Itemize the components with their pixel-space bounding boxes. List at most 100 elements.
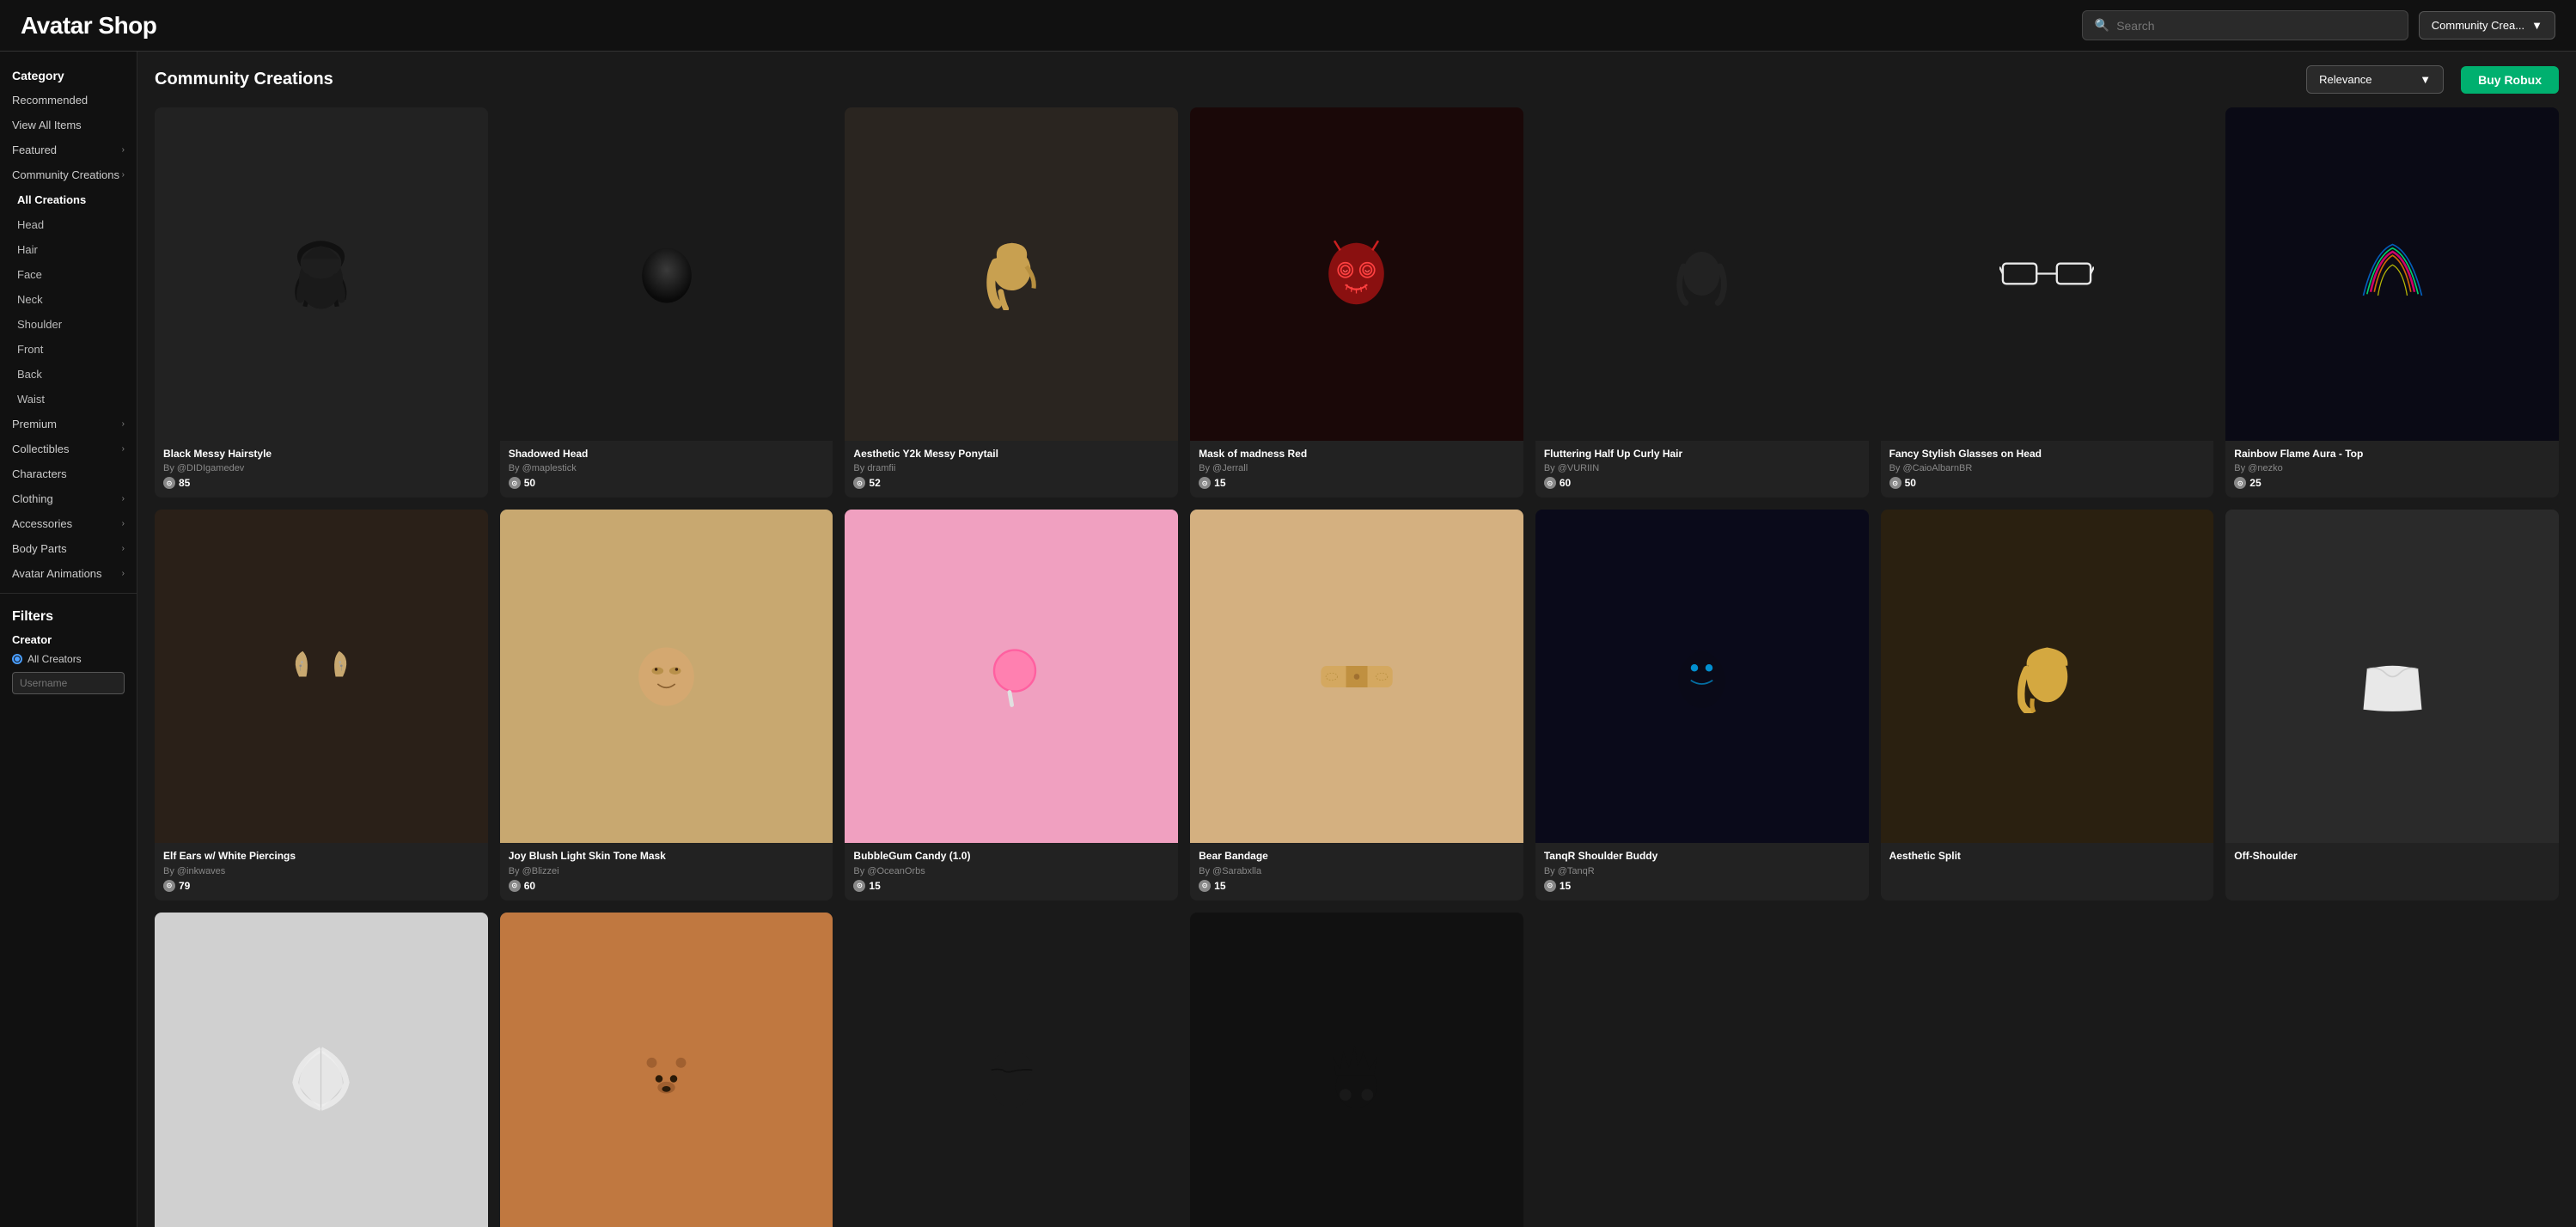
sidebar-item-back[interactable]: Back — [0, 362, 137, 387]
item-name: Mask of madness Red — [1199, 448, 1515, 461]
item-card[interactable]: Aesthetic Y2k Messy PonytailBy dramfii⊙5… — [845, 107, 1178, 498]
item-visual — [500, 913, 833, 1227]
item-card[interactable]: Elf Ears w/ White PiercingsBy @inkwaves⊙… — [155, 510, 488, 900]
robux-icon: ⊙ — [853, 477, 865, 489]
item-name: TanqR Shoulder Buddy — [1544, 850, 1860, 864]
item-card[interactable]: Cute Full Bangs — [845, 913, 1178, 1227]
item-info: Aesthetic Split — [1881, 843, 2214, 875]
search-icon: 🔍 — [2095, 18, 2109, 33]
item-image — [500, 913, 833, 1227]
sidebar-item-front[interactable]: Front — [0, 337, 137, 362]
item-card[interactable]: Black Spikey — [1190, 913, 1523, 1227]
item-card[interactable]: Fluffy Feather — [155, 913, 488, 1227]
robux-icon: ⊙ — [163, 477, 175, 489]
item-card[interactable]: Joy Blush Light Skin Tone MaskBy @Blizze… — [500, 510, 833, 900]
item-visual — [1190, 510, 1523, 843]
sidebar-item-collectibles[interactable]: Collectibles› — [0, 436, 137, 461]
item-card[interactable]: Aesthetic Split — [1881, 510, 2214, 900]
robux-icon: ⊙ — [853, 880, 865, 892]
sidebar-item-premium[interactable]: Premium› — [0, 412, 137, 436]
sidebar-item-all-creations[interactable]: All Creations — [0, 187, 137, 212]
item-name: Shadowed Head — [509, 448, 825, 461]
username-input[interactable] — [12, 672, 125, 694]
sidebar-item-waist[interactable]: Waist — [0, 387, 137, 412]
item-price: ⊙79 — [163, 880, 479, 892]
item-card[interactable]: Shadowed Head By @maplestick ⊙50 — [500, 107, 833, 498]
page-title: Avatar Shop — [21, 12, 156, 40]
sidebar-item-shoulder[interactable]: Shoulder — [0, 312, 137, 337]
item-name: Fancy Stylish Glasses on Head — [1889, 448, 2206, 461]
item-card[interactable]: Fluttering Half Up Curly HairBy @VURIIN⊙… — [1535, 107, 1869, 498]
item-card[interactable]: BubbleGum Candy (1.0)By @OceanOrbs⊙15 — [845, 510, 1178, 900]
header-actions: 🔍 Community Crea... ▼ — [2082, 10, 2555, 40]
item-name: Bear Bandage — [1199, 850, 1515, 864]
item-image — [2225, 107, 2559, 441]
item-price: ⊙52 — [853, 477, 1169, 489]
sidebar-item-view-all[interactable]: View All Items — [0, 113, 137, 137]
robux-icon: ⊙ — [2234, 477, 2246, 489]
item-card[interactable]: Mask of madness Red By @Jerrall ⊙15 — [1190, 107, 1523, 498]
item-image — [1190, 107, 1523, 441]
item-card[interactable]: Black Messy HairstyleBy @DIDIgamedev⊙85 — [155, 107, 488, 498]
sidebar-item-label: Hair — [17, 243, 38, 256]
price-value: 15 — [1560, 880, 1571, 892]
item-price: ⊙15 — [1199, 477, 1515, 489]
sidebar-item-label: Avatar Animations — [12, 567, 102, 580]
sidebar-item-featured[interactable]: Featured› — [0, 137, 137, 162]
item-card[interactable]: Cutesy Bear — [500, 913, 833, 1227]
item-creator: By @maplestick — [509, 463, 825, 473]
sidebar-item-recommended[interactable]: Recommended — [0, 88, 137, 113]
item-name: Elf Ears w/ White Piercings — [163, 850, 479, 864]
content-title: Community Creations — [155, 70, 333, 89]
community-dropdown-label: Community Crea... — [2432, 19, 2524, 32]
robux-icon: ⊙ — [509, 477, 521, 489]
sidebar: Category RecommendedView All ItemsFeatur… — [0, 52, 137, 1227]
sidebar-item-avatar-animations[interactable]: Avatar Animations› — [0, 561, 137, 586]
robux-icon: ⊙ — [1199, 880, 1211, 892]
item-card[interactable]: Off-Shoulder — [2225, 510, 2559, 900]
item-name: Fluttering Half Up Curly Hair — [1544, 448, 1860, 461]
item-visual — [1190, 913, 1523, 1227]
sidebar-item-label: Characters — [12, 467, 67, 480]
search-input[interactable] — [2116, 19, 2396, 33]
sidebar-item-neck[interactable]: Neck — [0, 287, 137, 312]
community-dropdown[interactable]: Community Crea... ▼ — [2419, 11, 2555, 40]
item-card[interactable]: TanqR Shoulder BuddyBy @TanqR⊙15 — [1535, 510, 1869, 900]
chevron-down-icon: ▼ — [2420, 73, 2431, 86]
item-card[interactable]: Bear BandageBy @Sarabxlla⊙15 — [1190, 510, 1523, 900]
all-creators-radio[interactable]: All Creators — [0, 650, 137, 668]
item-visual — [845, 107, 1178, 441]
search-bar[interactable]: 🔍 — [2082, 10, 2408, 40]
price-value: 50 — [1905, 477, 1916, 489]
radio-dot-all-creators — [12, 654, 22, 664]
item-creator: By @Sarabxlla — [1199, 866, 1515, 876]
robux-icon: ⊙ — [1544, 880, 1556, 892]
header: Avatar Shop 🔍 Community Crea... ▼ — [0, 0, 2576, 52]
sidebar-item-hair[interactable]: Hair — [0, 237, 137, 262]
sidebar-item-label: Front — [17, 343, 43, 356]
chevron-icon: › — [122, 544, 125, 553]
item-card[interactable]: Rainbow Flame Aura - TopBy @nezko⊙25 — [2225, 107, 2559, 498]
main-layout: Category RecommendedView All ItemsFeatur… — [0, 52, 2576, 1227]
item-visual — [1535, 107, 1869, 441]
item-name: Aesthetic Y2k Messy Ponytail — [853, 448, 1169, 461]
sort-dropdown[interactable]: Relevance ▼ — [2306, 65, 2444, 94]
sidebar-item-clothing[interactable]: Clothing› — [0, 486, 137, 511]
sidebar-item-characters[interactable]: Characters — [0, 461, 137, 486]
item-price: ⊙60 — [1544, 477, 1860, 489]
item-creator: By @Jerrall — [1199, 463, 1515, 473]
price-value: 15 — [1214, 477, 1225, 489]
sidebar-item-community-creations[interactable]: Community Creations› — [0, 162, 137, 187]
item-price: ⊙50 — [509, 477, 825, 489]
item-visual — [845, 913, 1178, 1227]
item-image — [845, 510, 1178, 843]
sidebar-item-head[interactable]: Head — [0, 212, 137, 237]
buy-robux-button[interactable]: Buy Robux — [2461, 66, 2559, 94]
sidebar-item-face[interactable]: Face — [0, 262, 137, 287]
filters-title: Filters — [0, 601, 137, 628]
sidebar-item-accessories[interactable]: Accessories› — [0, 511, 137, 536]
item-info: Rainbow Flame Aura - TopBy @nezko⊙25 — [2225, 441, 2559, 498]
sidebar-item-body-parts[interactable]: Body Parts› — [0, 536, 137, 561]
item-visual — [2225, 510, 2559, 843]
item-card[interactable]: Fancy Stylish Glasses on HeadBy @CaioAlb… — [1881, 107, 2214, 498]
